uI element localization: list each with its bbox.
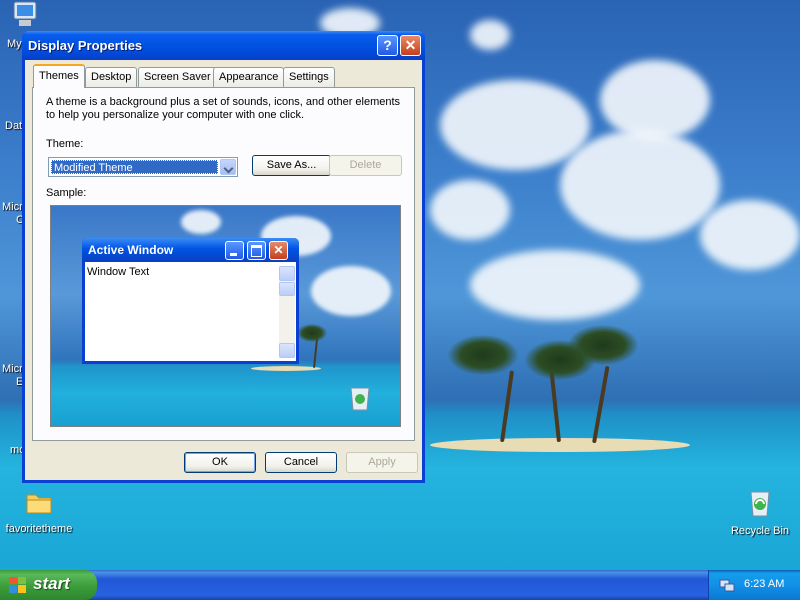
ok-button[interactable]: OK [184, 452, 256, 473]
folder-icon [26, 494, 52, 514]
close-button[interactable]: ✕ [400, 35, 421, 56]
system-tray: 6:23 AM [708, 570, 800, 600]
cloud [600, 60, 710, 140]
active-window-titlebar: Active Window ✕ [82, 238, 299, 262]
desktop-icon-label[interactable]: Dat [5, 120, 22, 132]
save-as-button[interactable]: Save As... [252, 155, 331, 176]
clock[interactable]: 6:23 AM [744, 578, 784, 590]
tab-themes[interactable]: Themes [33, 64, 85, 88]
theme-dropdown-value: Modified Theme [51, 160, 218, 174]
palm-trunk [592, 365, 610, 444]
desktop-icon-label[interactable]: Micr [2, 201, 23, 213]
favoritetheme-folder-icon[interactable]: favoritetheme [0, 490, 78, 535]
start-label: start [33, 574, 70, 593]
window-title: Display Properties [28, 38, 143, 53]
theme-description: A theme is a background plus a set of so… [46, 96, 401, 121]
recycle-bin-icon [350, 387, 370, 411]
scroll-down-icon [279, 343, 295, 358]
cancel-button[interactable]: Cancel [265, 452, 337, 473]
scroll-up-icon [279, 266, 295, 281]
recycle-bin-label: Recycle Bin [730, 525, 790, 537]
close-icon: ✕ [269, 241, 288, 260]
themes-tab-panel: A theme is a background plus a set of so… [32, 87, 415, 441]
taskbar: start 6:23 AM [0, 570, 800, 600]
cloud [181, 210, 221, 234]
scrollbar [279, 266, 295, 358]
my-computer-icon[interactable] [10, 0, 58, 30]
palm-fronds [297, 324, 327, 342]
cloud [700, 200, 800, 270]
display-properties-window: Display Properties ? ✕ Themes Desktop Sc… [22, 31, 425, 483]
favoritetheme-label: favoritetheme [5, 523, 73, 535]
island [251, 366, 321, 371]
palm-fronds [568, 325, 638, 365]
theme-sample-preview: Active Window ✕ Window Text [50, 205, 401, 427]
apply-button[interactable]: Apply [346, 452, 418, 473]
help-button[interactable]: ? [377, 35, 398, 56]
palm-trunk [500, 370, 515, 443]
theme-label: Theme: [46, 138, 84, 150]
cloud [470, 20, 510, 50]
cloud [311, 266, 391, 316]
scroll-thumb [279, 282, 295, 296]
cloud [470, 250, 640, 320]
recycle-bin-desktop-icon[interactable]: Recycle Bin [720, 488, 800, 537]
tab-settings[interactable]: Settings [283, 67, 335, 87]
maximize-icon [247, 241, 266, 260]
cloud [560, 130, 720, 240]
theme-dropdown[interactable]: Modified Theme [48, 157, 238, 177]
active-window-title: Active Window [88, 243, 174, 257]
cloud [430, 180, 510, 240]
desktop-icon-label[interactable]: My [7, 38, 22, 50]
tab-desktop[interactable]: Desktop [85, 67, 138, 87]
start-button[interactable]: start [0, 570, 97, 600]
palm-trunk [549, 370, 561, 443]
cloud [440, 80, 590, 170]
palm-fronds [448, 335, 518, 375]
recycle-bin-icon [750, 491, 770, 517]
active-window-preview: Active Window ✕ Window Text [82, 238, 299, 364]
minimize-icon [225, 241, 244, 260]
network-icon[interactable] [719, 577, 735, 593]
desktop-icon-label[interactable]: Micr [2, 363, 23, 375]
sample-label: Sample: [46, 187, 87, 199]
tab-screen-saver[interactable]: Screen Saver [138, 67, 217, 87]
windows-logo-icon [9, 577, 26, 593]
delete-button[interactable]: Delete [329, 155, 402, 176]
active-window-body: Window Text [85, 262, 296, 361]
chevron-down-icon[interactable] [220, 159, 236, 175]
window-titlebar[interactable]: Display Properties ? ✕ [22, 31, 425, 60]
tab-appearance[interactable]: Appearance [213, 67, 285, 87]
window-text: Window Text [87, 266, 150, 278]
